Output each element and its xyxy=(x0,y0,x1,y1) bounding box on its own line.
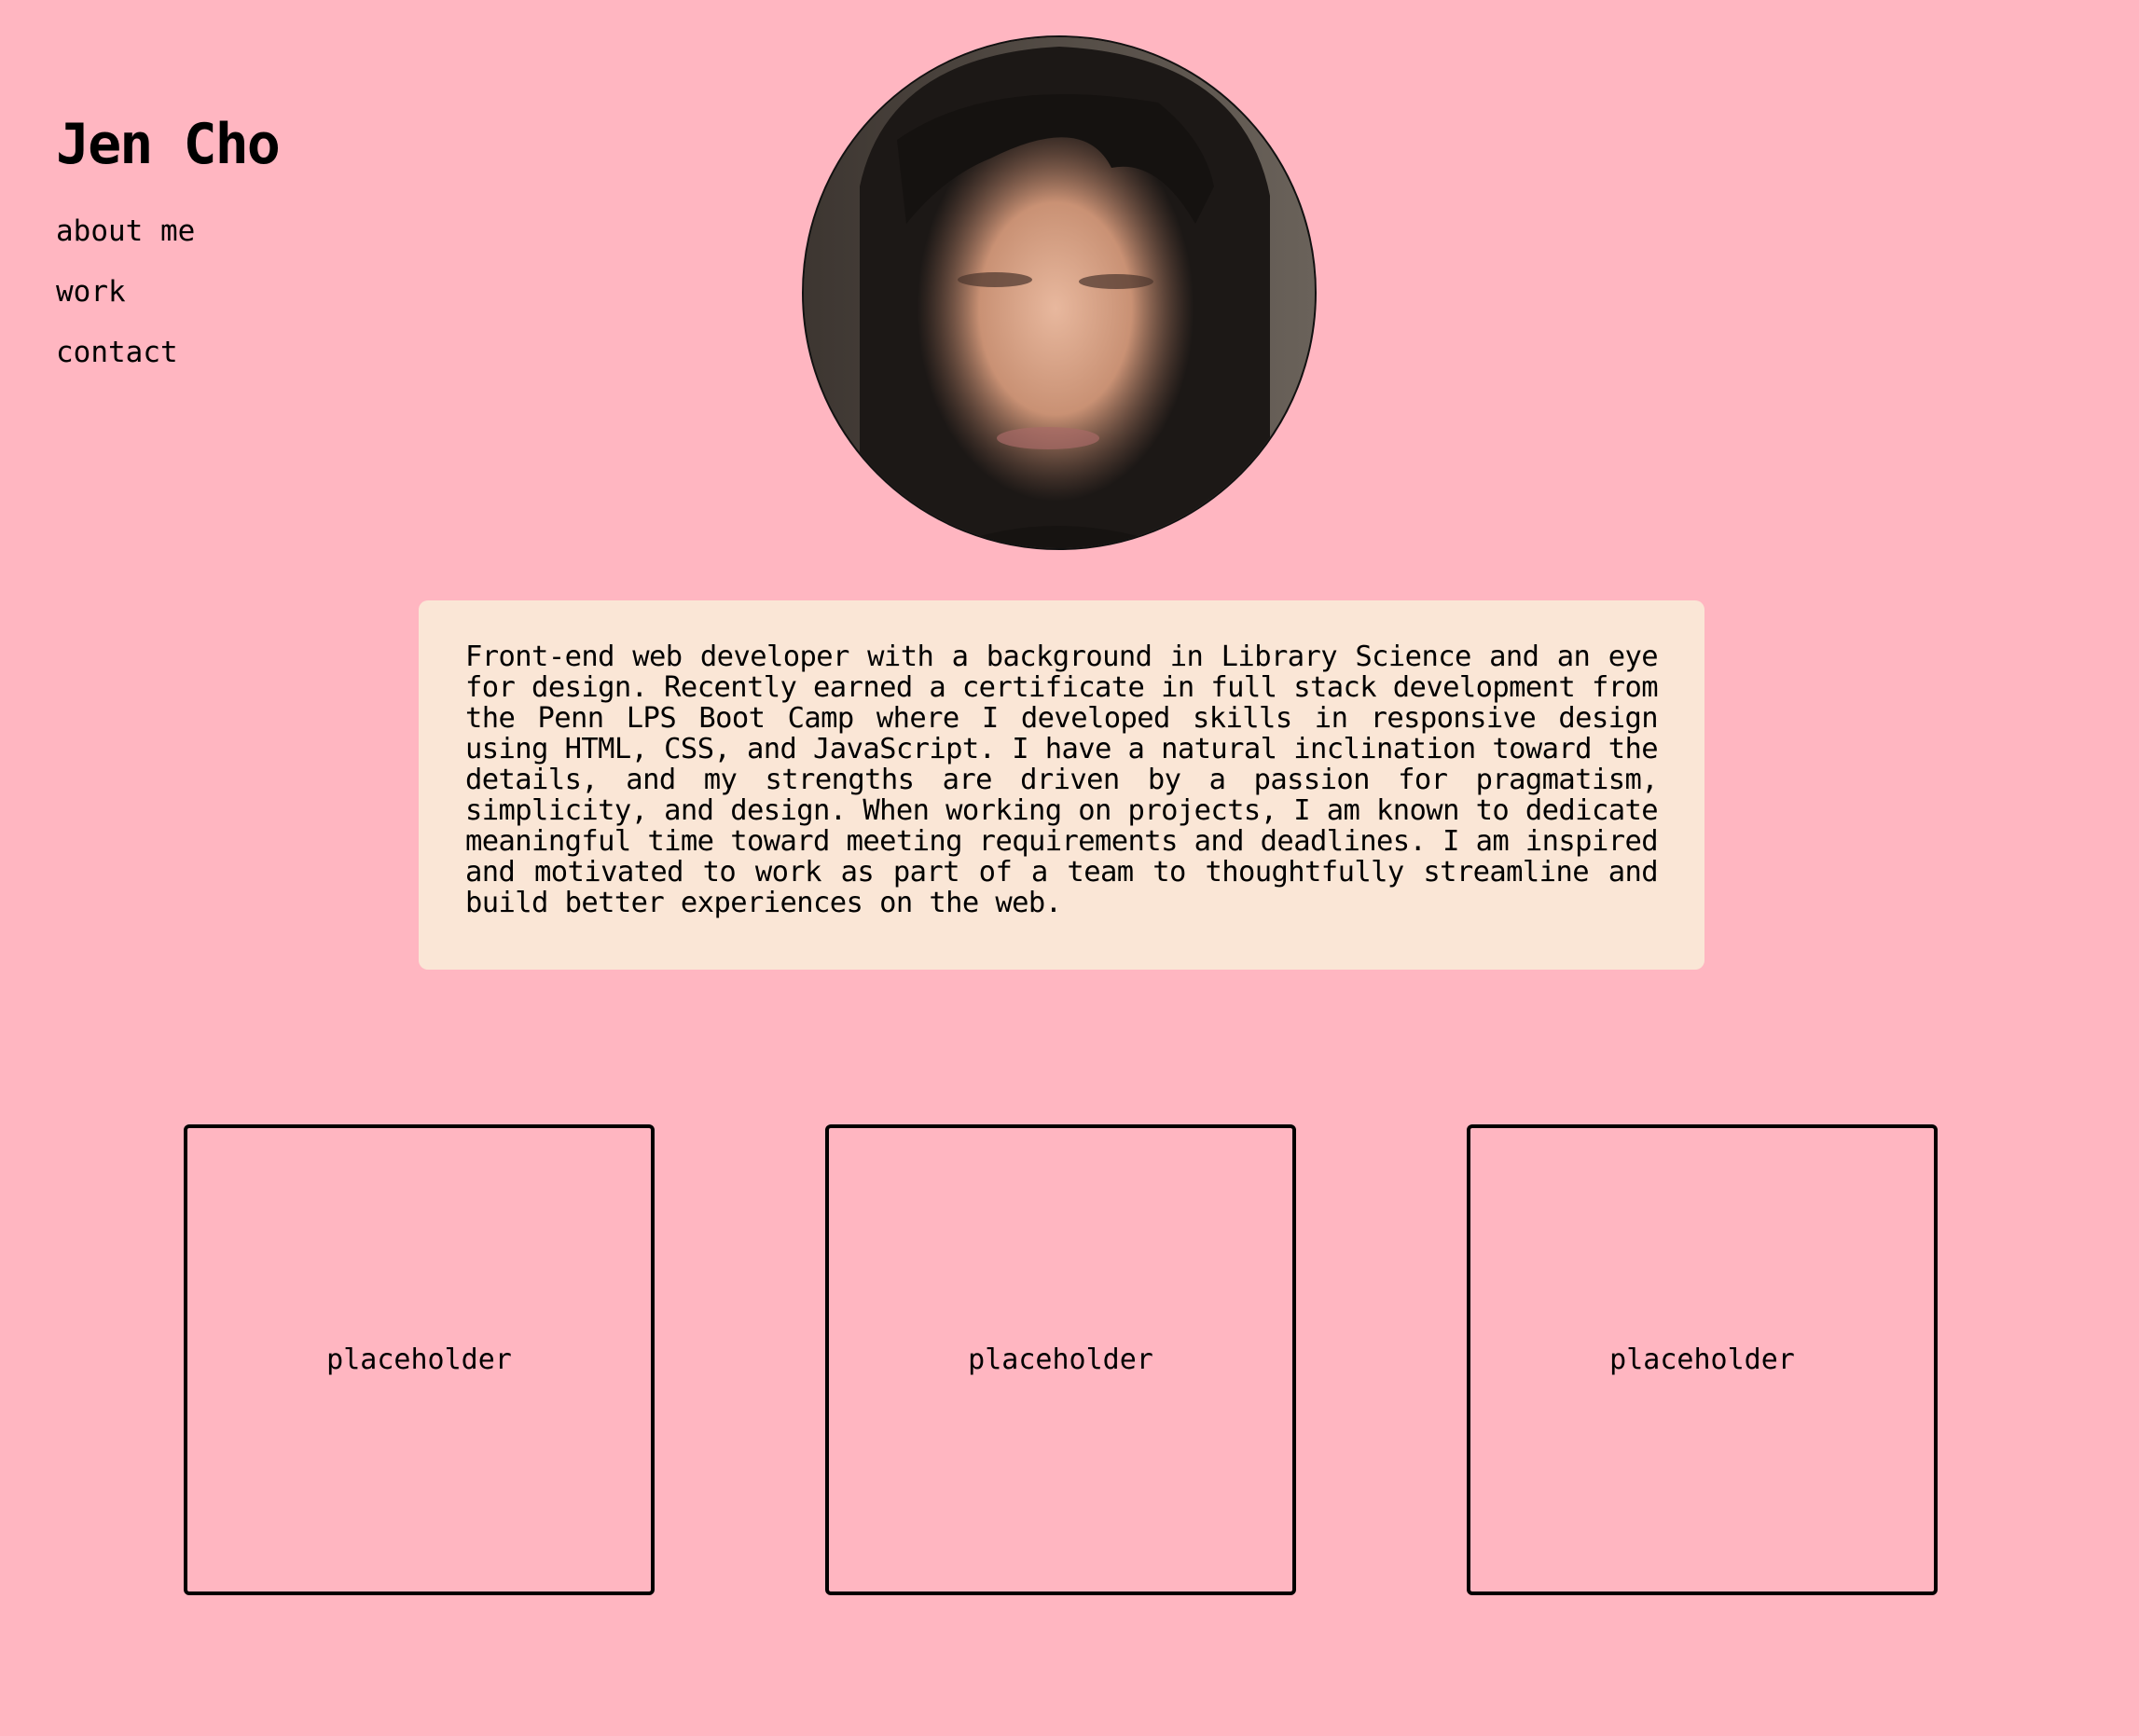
main-nav: about me work contact xyxy=(56,201,279,383)
nav-item-about-me[interactable]: about me xyxy=(56,201,279,262)
site-header: Jen Cho about me work contact xyxy=(56,103,281,383)
work-card-1[interactable]: placeholder xyxy=(184,1124,655,1595)
work-card-3[interactable]: placeholder xyxy=(1467,1124,1938,1595)
profile-photo xyxy=(802,35,1317,550)
about-text: Front-end web developer with a backgroun… xyxy=(465,641,1659,919)
nav-item-work[interactable]: work xyxy=(56,262,279,323)
site-title: Jen Cho xyxy=(56,112,281,177)
profile-photo-image xyxy=(804,37,1315,548)
work-card-label: placeholder xyxy=(326,1343,512,1376)
work-card-label: placeholder xyxy=(968,1343,1153,1376)
work-cards: placeholder placeholder placeholder xyxy=(0,1124,2139,1595)
about-card: Front-end web developer with a backgroun… xyxy=(419,600,1704,970)
work-card-2[interactable]: placeholder xyxy=(825,1124,1296,1595)
nav-item-contact[interactable]: contact xyxy=(56,323,279,383)
work-card-label: placeholder xyxy=(1609,1343,1795,1376)
